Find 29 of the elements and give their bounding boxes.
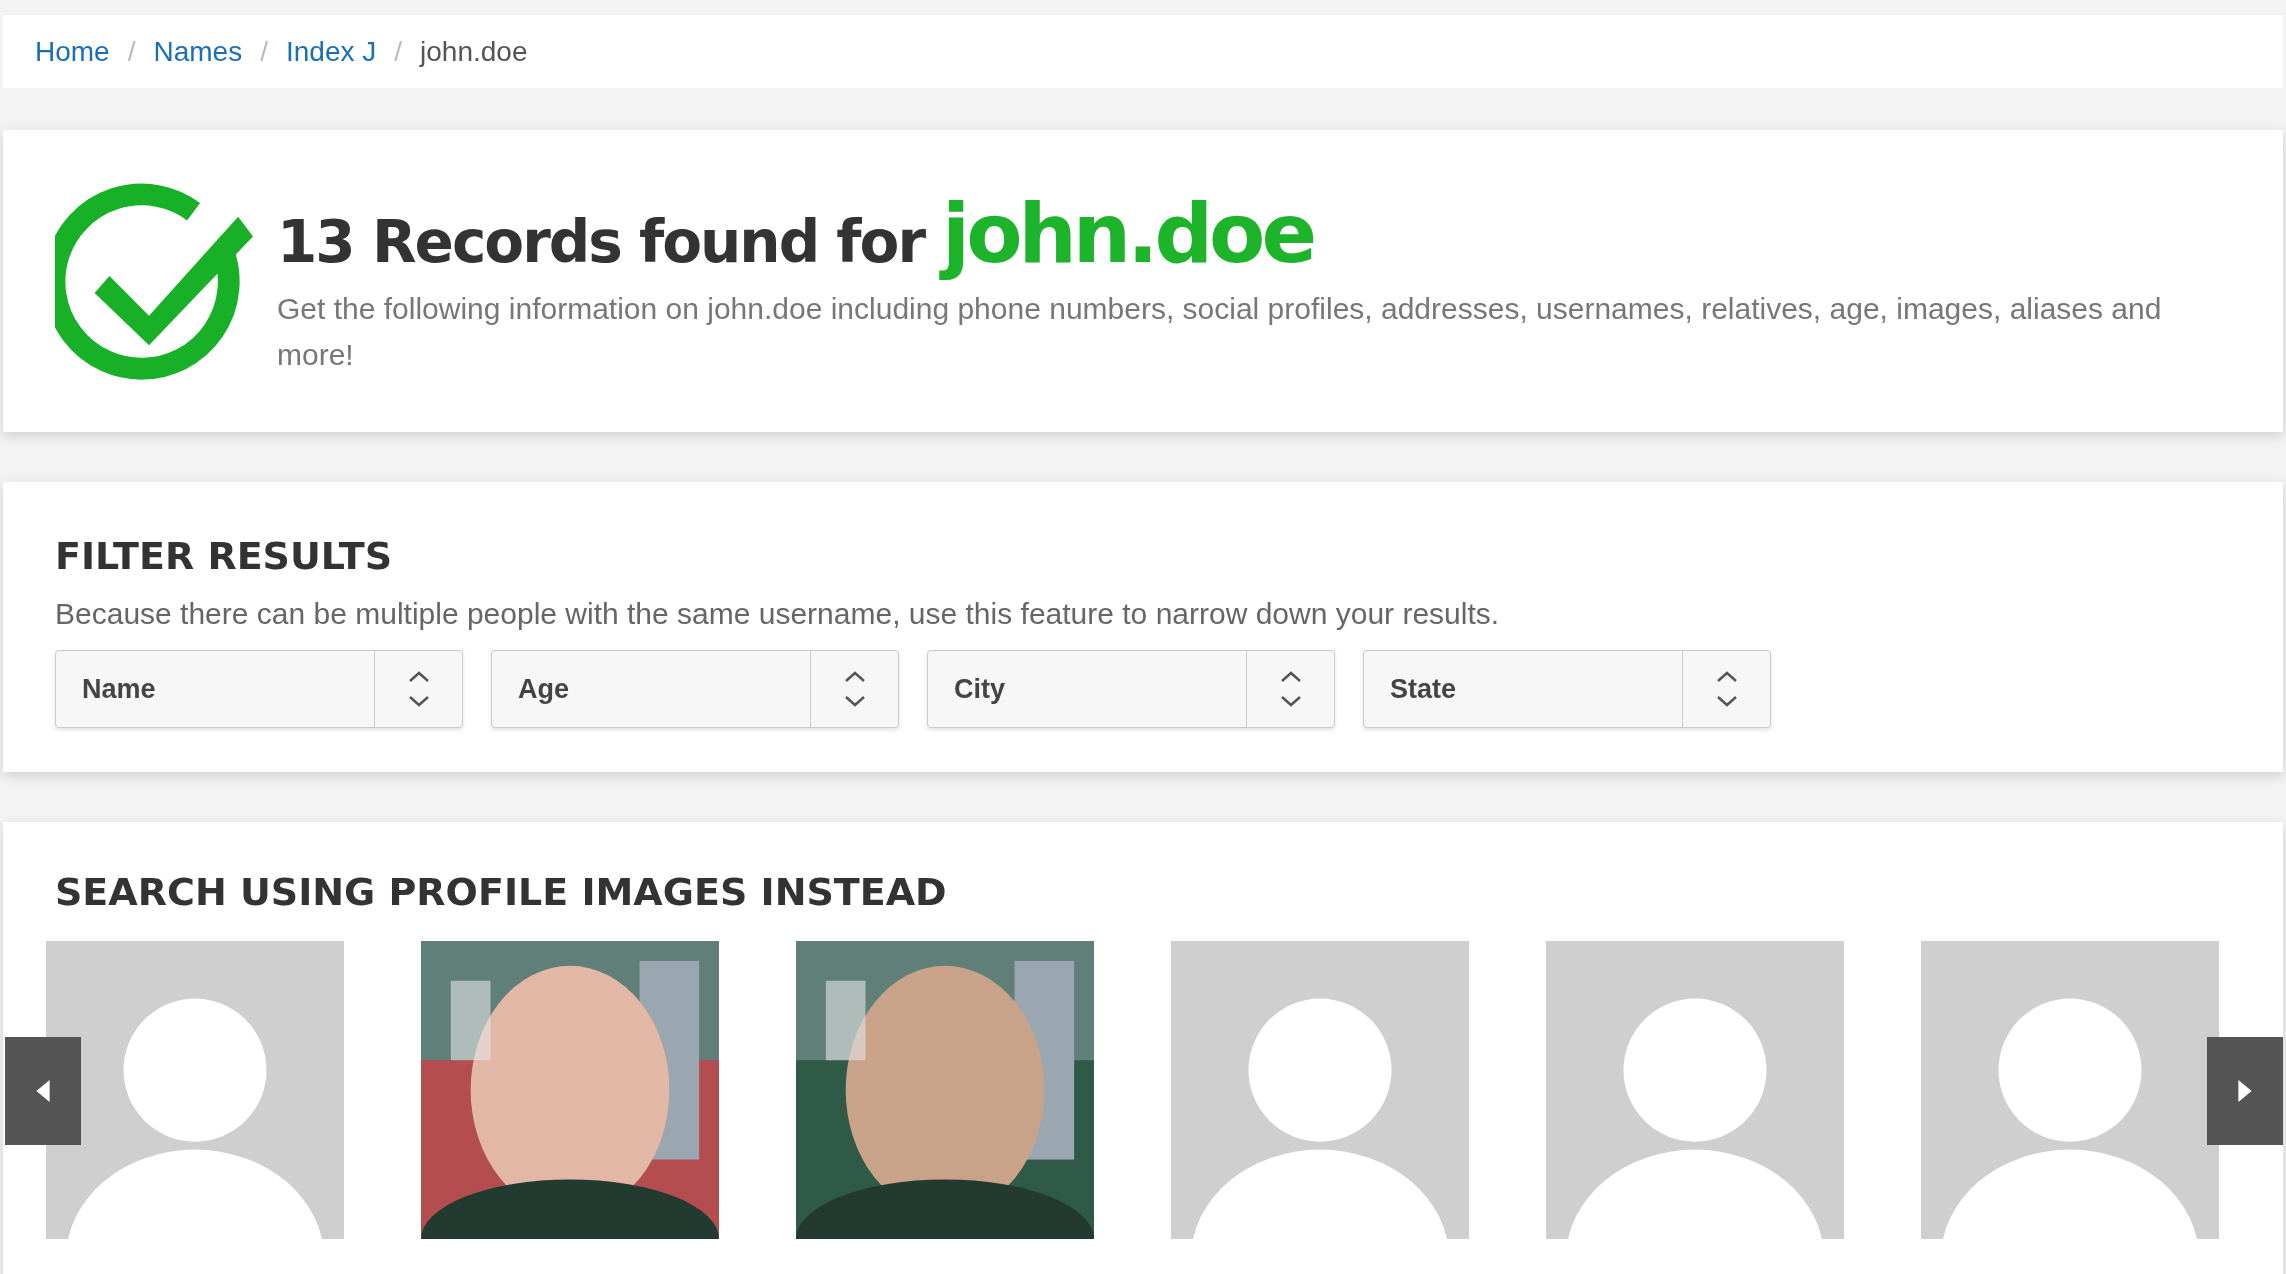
select-label: Name: [81, 672, 157, 706]
results-count-title: 13 Records found for: [277, 206, 925, 278]
left-triangle-icon: [36, 1080, 50, 1102]
filter-title: FILTER RESULTS: [55, 533, 394, 580]
results-description: Get the following information on john.doe including phone numbers, social profiles, addresses, usernames, relatives, age, images, aliases and more!: [277, 290, 2163, 373]
select-label: Age: [517, 672, 570, 706]
select-label: State: [1389, 672, 1458, 706]
breadcrumb-link[interactable]: Index J: [285, 30, 377, 73]
avatar-silhouette-icon: [45, 941, 345, 1239]
filter-select[interactable]: City: [927, 650, 1335, 728]
breadcrumb-current: john.doe: [420, 34, 528, 69]
filter-select[interactable]: State: [1363, 650, 1771, 728]
breadcrumb-link[interactable]: Names: [153, 30, 243, 73]
breadcrumb-separator: /: [260, 34, 268, 69]
select-label: City: [953, 672, 1006, 706]
avatar-silhouette-icon: [1545, 941, 1845, 1239]
avatar-silhouette-icon: [1170, 941, 1470, 1239]
breadcrumb-link[interactable]: Home: [35, 30, 110, 73]
filter-select[interactable]: Age: [491, 650, 899, 728]
right-triangle-icon: [2238, 1080, 2252, 1102]
previous-button[interactable]: [5, 1037, 81, 1145]
breadcrumb-separator: /: [394, 34, 403, 69]
next-button[interactable]: [2207, 1037, 2283, 1145]
breadcrumb-separator: /: [127, 34, 136, 69]
filter-description: Because there can be multiple people with the same username, use this feature to narrow down your results.: [55, 596, 1501, 632]
filter-select[interactable]: Name: [55, 650, 463, 728]
profiles-title: SEARCH USING PROFILE IMAGES INSTEAD: [54, 869, 948, 916]
avatar-silhouette-icon: [1920, 941, 2220, 1239]
checkmark-icon: [55, 182, 253, 380]
